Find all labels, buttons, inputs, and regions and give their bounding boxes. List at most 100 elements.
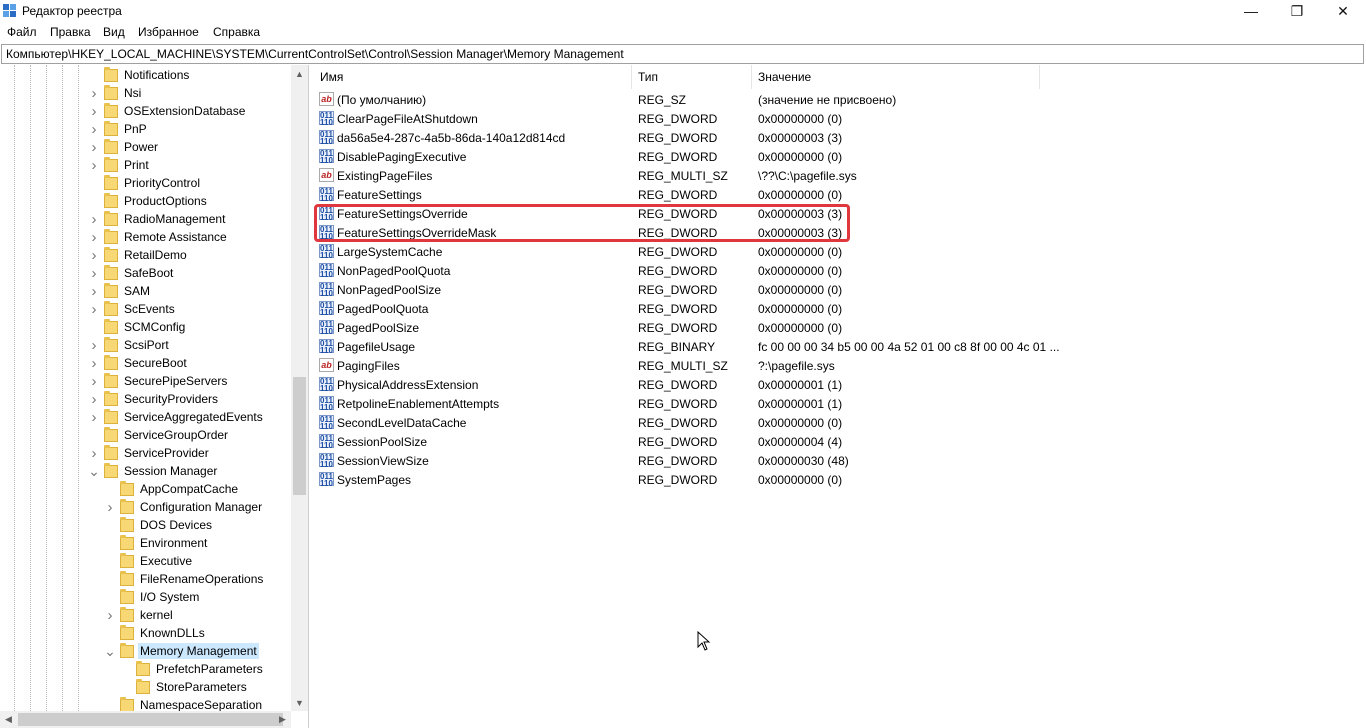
- tree-item[interactable]: › SecureBoot: [88, 354, 189, 372]
- chevron-right-icon[interactable]: ›: [104, 606, 116, 624]
- tree-item[interactable]: › Print: [88, 156, 151, 174]
- tree-item[interactable]: ProductOptions: [88, 192, 209, 210]
- tree-item[interactable]: › ScEvents: [88, 300, 177, 318]
- close-button[interactable]: ✕: [1320, 0, 1366, 22]
- scroll-up-icon[interactable]: ▲: [291, 65, 308, 82]
- chevron-right-icon[interactable]: ›: [88, 372, 100, 390]
- chevron-right-icon[interactable]: ›: [88, 84, 100, 102]
- scroll-down-icon[interactable]: ▼: [291, 694, 308, 711]
- value-row[interactable]: ab ExistingPageFiles REG_MULTI_SZ \??\C:\pa…: [314, 166, 1366, 185]
- tree-item[interactable]: › ServiceProvider: [88, 444, 211, 462]
- value-row[interactable]: 011 110 PagedPoolSize REG_DWORD 0x00000000 …: [314, 318, 1366, 337]
- chevron-right-icon[interactable]: ›: [88, 210, 100, 228]
- tree-item[interactable]: › RetailDemo: [88, 246, 189, 264]
- column-data-header[interactable]: Значение: [752, 65, 1040, 89]
- values-list[interactable]: Имя Тип Значение ab (По умолчанию) REG_SZ(…: [314, 65, 1366, 728]
- tree-item[interactable]: › Remote Assistance: [88, 228, 229, 246]
- tree-item[interactable]: FileRenameOperations: [104, 570, 265, 588]
- menu-favorites[interactable]: Избранное: [138, 25, 199, 39]
- tree-item[interactable]: PrefetchParameters: [120, 660, 265, 678]
- tree-item[interactable]: ServiceGroupOrder: [88, 426, 230, 444]
- chevron-right-icon[interactable]: ›: [88, 120, 100, 138]
- scroll-left-icon[interactable]: ◀: [0, 711, 17, 728]
- tree-item[interactable]: › SecurityProviders: [88, 390, 220, 408]
- tree-item[interactable]: Environment: [104, 534, 209, 552]
- menu-view[interactable]: Вид: [103, 25, 125, 39]
- tree-item[interactable]: › OSExtensionDatabase: [88, 102, 247, 120]
- tree-hscroll-thumb[interactable]: [18, 713, 283, 726]
- value-row[interactable]: 011 110 SecondLevelDataCache REG_DWORD 0x00…: [314, 413, 1366, 432]
- tree-item[interactable]: › SecurePipeServers: [88, 372, 229, 390]
- tree-item[interactable]: ⌄ Session Manager: [88, 462, 219, 480]
- tree-item[interactable]: SCMConfig: [88, 318, 187, 336]
- chevron-right-icon[interactable]: ›: [88, 336, 100, 354]
- tree-item[interactable]: PriorityControl: [88, 174, 202, 192]
- tree-item[interactable]: AppCompatCache: [104, 480, 240, 498]
- menu-help[interactable]: Справка: [213, 25, 260, 39]
- chevron-right-icon[interactable]: ›: [88, 444, 100, 462]
- chevron-right-icon[interactable]: ›: [88, 300, 100, 318]
- chevron-down-icon[interactable]: ⌄: [88, 462, 100, 480]
- value-row[interactable]: 011 110 LargeSystemCache REG_DWORD 0x000000…: [314, 242, 1366, 261]
- value-row[interactable]: ab (По умолчанию) REG_SZ (значение не присв…: [314, 90, 1366, 109]
- column-name-header[interactable]: Имя: [314, 65, 632, 89]
- value-row[interactable]: 011 110 da56a5e4-287c-4a5b-86da-140a12d81…: [314, 128, 1366, 147]
- chevron-right-icon[interactable]: ›: [88, 408, 100, 426]
- value-row[interactable]: 011 110 NonPagedPoolQuota REG_DWORD 0x00000…: [314, 261, 1366, 280]
- tree-item[interactable]: › Configuration Manager: [104, 498, 264, 516]
- chevron-right-icon[interactable]: ›: [88, 102, 100, 120]
- key-tree-pane[interactable]: Notifications › Nsi › OSExtensionDatabase › Pn…: [0, 65, 309, 728]
- value-name: SecondLevelDataCache: [337, 416, 467, 430]
- chevron-right-icon[interactable]: ›: [88, 354, 100, 372]
- tree-item[interactable]: Notifications: [88, 66, 191, 84]
- value-row[interactable]: 011 110 SessionPoolSize REG_DWORD 0x0000000…: [314, 432, 1366, 451]
- tree-item[interactable]: › Power: [88, 138, 160, 156]
- address-bar[interactable]: Компьютер\HKEY_LOCAL_MACHINE\SYSTEM\Curr…: [1, 44, 1364, 64]
- tree-vertical-scrollbar[interactable]: ▲ ▼: [291, 65, 308, 711]
- value-row[interactable]: 011 110 NonPagedPoolSize REG_DWORD 0x000000…: [314, 280, 1366, 299]
- chevron-right-icon[interactable]: ›: [88, 246, 100, 264]
- value-row[interactable]: ab PagingFiles REG_MULTI_SZ ?:\pagefile.sys: [314, 356, 1366, 375]
- value-row[interactable]: 011 110 ClearPageFileAtShutdown REG_DWORD 0…: [314, 109, 1366, 128]
- chevron-right-icon[interactable]: ›: [88, 264, 100, 282]
- tree-item[interactable]: › kernel: [104, 606, 175, 624]
- column-type-header[interactable]: Тип: [632, 65, 752, 89]
- tree-horizontal-scrollbar[interactable]: ◀ ▶: [0, 711, 291, 728]
- chevron-right-icon[interactable]: ›: [88, 138, 100, 156]
- tree-item[interactable]: › SafeBoot: [88, 264, 175, 282]
- address-path[interactable]: Компьютер\HKEY_LOCAL_MACHINE\SYSTEM\Curr…: [6, 47, 624, 61]
- tree-item[interactable]: KnownDLLs: [104, 624, 207, 642]
- chevron-right-icon[interactable]: ›: [88, 282, 100, 300]
- menu-file[interactable]: Файл: [7, 25, 37, 39]
- value-row[interactable]: 011 110 PagefileUsage REG_BINARY fc 00 00 0…: [314, 337, 1366, 356]
- scroll-right-icon[interactable]: ▶: [274, 711, 291, 728]
- menu-edit[interactable]: Правка: [50, 25, 91, 39]
- tree-item[interactable]: Executive: [104, 552, 194, 570]
- tree-item[interactable]: › ServiceAggregatedEvents: [88, 408, 265, 426]
- tree-item[interactable]: › ScsiPort: [88, 336, 171, 354]
- minimize-button[interactable]: —: [1228, 0, 1274, 22]
- tree-item[interactable]: DOS Devices: [104, 516, 214, 534]
- chevron-right-icon[interactable]: ›: [104, 498, 116, 516]
- value-row[interactable]: 011 110 RetpolineEnablementAttempts REG_DW…: [314, 394, 1366, 413]
- tree-item[interactable]: › SAM: [88, 282, 152, 300]
- value-row[interactable]: 011 110 FeatureSettings REG_DWORD 0x0000000…: [314, 185, 1366, 204]
- tree-scroll-thumb[interactable]: [293, 377, 306, 495]
- chevron-right-icon[interactable]: ›: [88, 390, 100, 408]
- chevron-right-icon[interactable]: ›: [88, 156, 100, 174]
- tree-item[interactable]: I/O System: [104, 588, 201, 606]
- tree-item[interactable]: ⌄ Memory Management: [104, 642, 259, 660]
- tree-item[interactable]: › RadioManagement: [88, 210, 227, 228]
- value-row[interactable]: 011 110 SystemPages REG_DWORD 0x00000000 (0…: [314, 470, 1366, 489]
- tree-item[interactable]: StoreParameters: [120, 678, 249, 696]
- value-row[interactable]: 011 110 PhysicalAddressExtension REG_DWORD…: [314, 375, 1366, 394]
- value-row[interactable]: 011 110 SessionViewSize REG_DWORD 0x0000003…: [314, 451, 1366, 470]
- tree-item[interactable]: NamespaceSeparation: [104, 696, 264, 711]
- tree-item[interactable]: › PnP: [88, 120, 149, 138]
- value-row[interactable]: 011 110 DisablePagingExecutive REG_DWORD 0x…: [314, 147, 1366, 166]
- chevron-down-icon[interactable]: ⌄: [104, 642, 116, 660]
- chevron-right-icon[interactable]: ›: [88, 228, 100, 246]
- tree-item[interactable]: › Nsi: [88, 84, 143, 102]
- maximize-button[interactable]: ❐: [1274, 0, 1320, 22]
- value-row[interactable]: 011 110 PagedPoolQuota REG_DWORD 0x00000000…: [314, 299, 1366, 318]
